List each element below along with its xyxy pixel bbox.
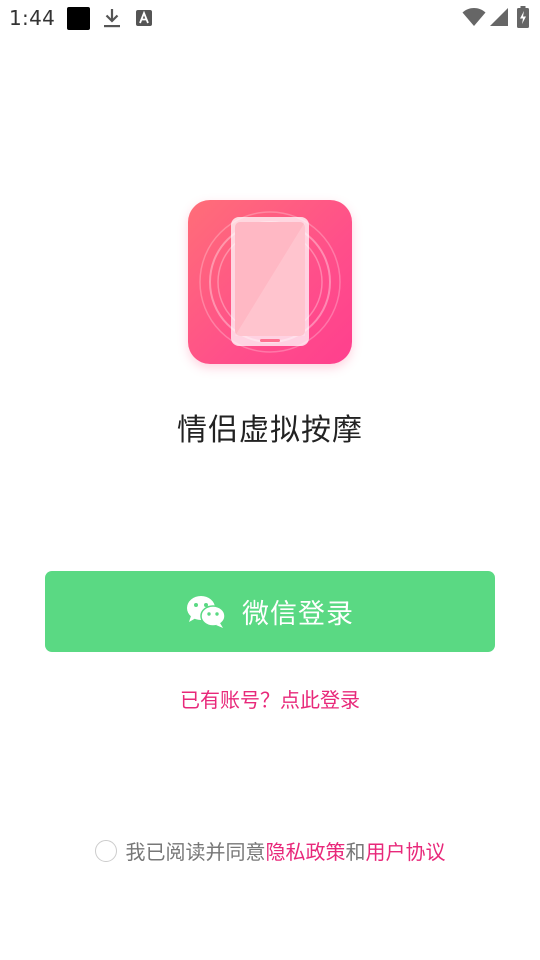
agreement-prefix: 我已阅读并同意: [125, 840, 266, 864]
privacy-policy-link[interactable]: 隐私政策: [266, 836, 346, 865]
agreement-row: 我已阅读并同意 隐私政策 和 用户协议: [0, 836, 540, 865]
download-icon: [104, 9, 120, 28]
a-badge-icon: [136, 10, 152, 26]
agreement-and: 和: [345, 840, 366, 864]
battery-charging-icon: [517, 6, 529, 28]
user-agreement-link[interactable]: 用户协议: [366, 836, 446, 865]
notification-square-icon: [67, 7, 90, 30]
wifi-icon: [462, 8, 486, 26]
account-login-link[interactable]: 已有账号？点此登录: [0, 684, 540, 713]
status-time: 1:44: [9, 6, 56, 30]
login-screen: 1:44 情侣虚拟按摩 微信登录 已有账号？点此登录 我已阅读并同意 隐私政策 …: [0, 0, 540, 960]
agreement-checkbox[interactable]: [94, 839, 117, 862]
app-title: 情侣虚拟按摩: [177, 413, 363, 448]
wechat-login-label: 微信登录: [242, 599, 354, 630]
app-logo: [188, 200, 352, 364]
phone-vibration-logo-icon: [199, 211, 341, 353]
wechat-icon: [187, 595, 226, 628]
status-bar: 1:44: [0, 0, 540, 36]
signal-icon: [490, 8, 508, 26]
wechat-login-button[interactable]: 微信登录: [45, 571, 495, 652]
